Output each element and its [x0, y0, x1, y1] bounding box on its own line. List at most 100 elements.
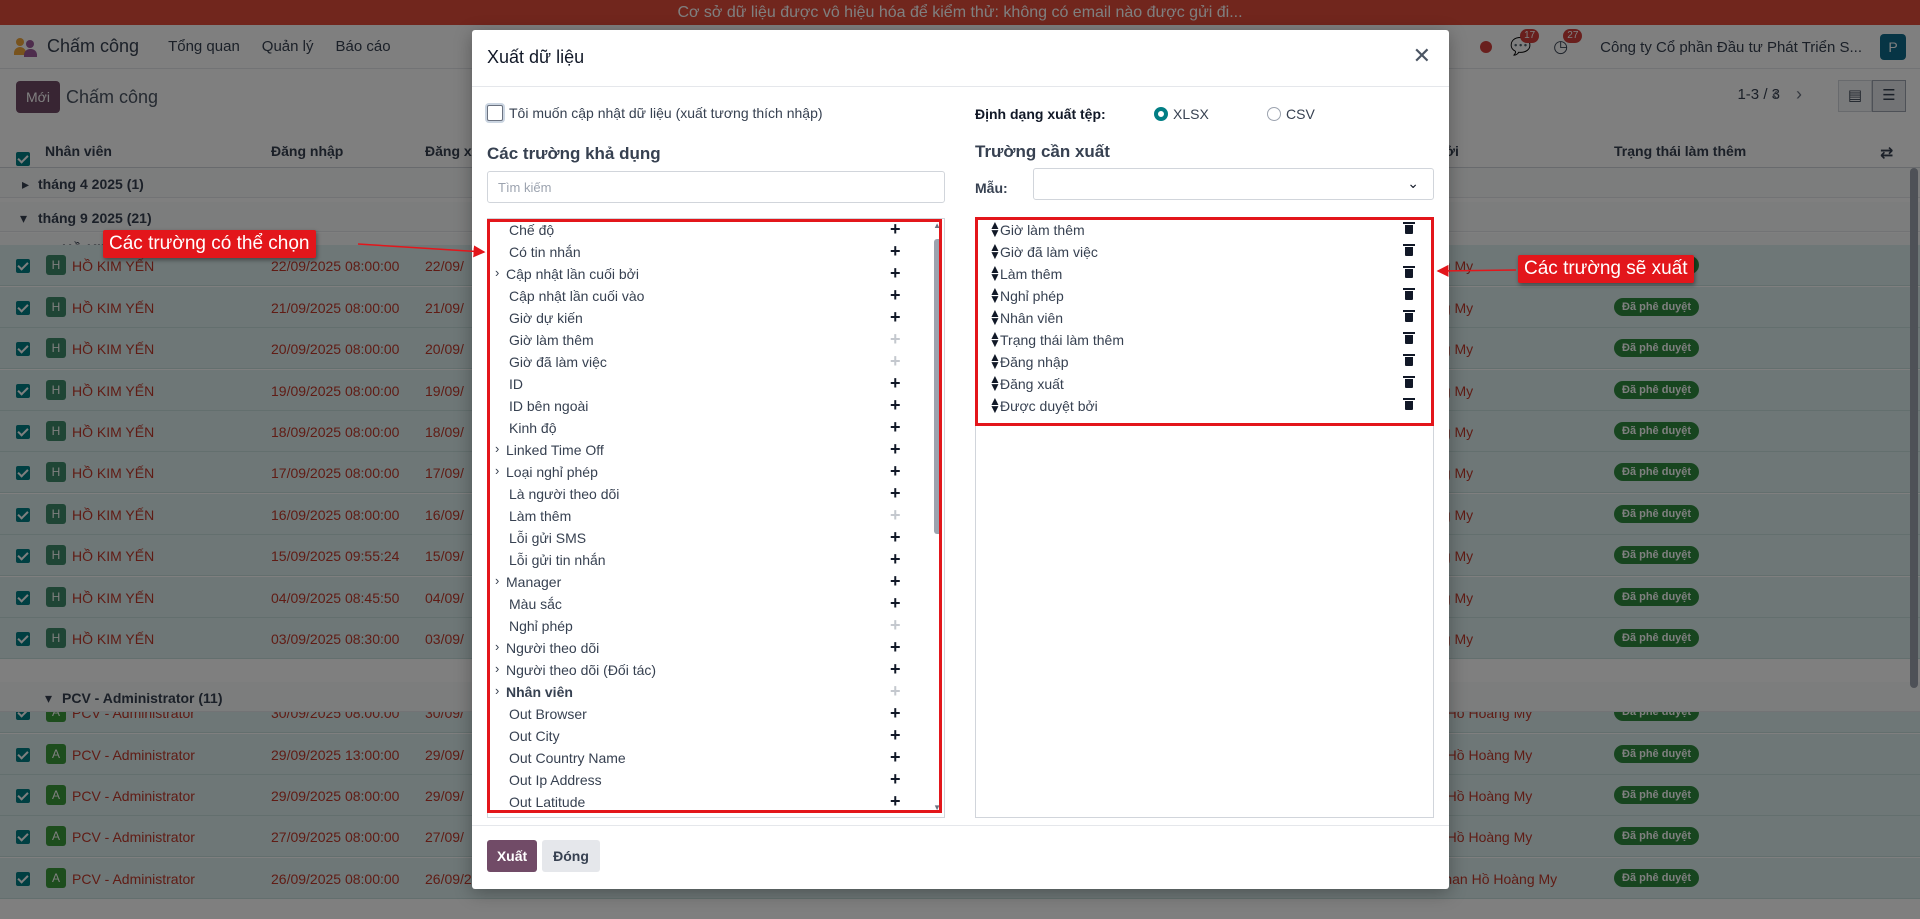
available-field-item[interactable]: Giờ đã làm việc + — [488, 351, 928, 373]
add-field-icon[interactable]: + — [890, 263, 901, 283]
close-icon[interactable]: ✕ — [1413, 45, 1431, 67]
export-field-item[interactable]: ▲ ▼ Được duyệt bởi — [976, 395, 1435, 417]
available-field-item[interactable]: Màu sắc + — [488, 593, 928, 615]
trash-icon[interactable] — [1403, 244, 1415, 256]
trash-icon[interactable] — [1403, 376, 1415, 388]
trash-icon[interactable] — [1403, 332, 1415, 344]
available-field-label: Người theo dõi — [506, 640, 600, 656]
add-field-icon[interactable]: + — [890, 593, 901, 613]
available-field-label: Linked Time Off — [506, 442, 604, 458]
trash-icon[interactable] — [1403, 266, 1415, 278]
available-field-item[interactable]: Kinh độ + — [488, 417, 928, 439]
export-field-item[interactable]: ▲ ▼ Làm thêm — [976, 263, 1435, 285]
add-field-icon[interactable]: + — [890, 483, 901, 503]
available-field-item[interactable]: Nghỉ phép + — [488, 615, 928, 637]
available-field-item[interactable]: › Loại nghỉ phép + — [488, 461, 928, 483]
chevron-right-icon[interactable]: › — [495, 463, 499, 478]
available-field-item[interactable]: › Manager + — [488, 571, 928, 593]
available-field-item[interactable]: › Người theo dõi (Đối tác) + — [488, 659, 928, 681]
add-field-icon[interactable]: + — [890, 571, 901, 591]
scroll-up-icon[interactable]: ▲ — [933, 221, 941, 230]
trash-icon[interactable] — [1403, 354, 1415, 366]
export-dialog: Xuất dữ liệu ✕ Tôi muốn cập nhật dữ liệu… — [472, 30, 1449, 889]
add-field-icon[interactable]: + — [890, 351, 901, 371]
add-field-icon[interactable]: + — [890, 769, 901, 789]
available-field-item[interactable]: Out City + — [488, 725, 928, 747]
available-field-item[interactable]: Out Ip Address + — [488, 769, 928, 791]
export-field-label: Giờ đã làm việc — [1000, 244, 1098, 260]
add-field-icon[interactable]: + — [890, 747, 901, 767]
trash-icon[interactable] — [1403, 288, 1415, 300]
available-field-item[interactable]: Chế độ + — [488, 219, 928, 241]
available-field-item[interactable]: Out Latitude + — [488, 791, 928, 813]
trash-icon[interactable] — [1403, 222, 1415, 234]
available-field-label: Loại nghỉ phép — [506, 464, 598, 480]
template-select[interactable]: ⌄ — [1033, 168, 1434, 200]
add-field-icon[interactable]: + — [890, 637, 901, 657]
add-field-icon[interactable]: + — [890, 791, 901, 811]
add-field-icon[interactable]: + — [890, 395, 901, 415]
add-field-icon[interactable]: + — [890, 703, 901, 723]
scroll-down-icon[interactable]: ▼ — [933, 803, 941, 812]
available-field-item[interactable]: Lỗi gửi SMS + — [488, 527, 928, 549]
add-field-icon[interactable]: + — [890, 527, 901, 547]
add-field-icon[interactable]: + — [890, 461, 901, 481]
add-field-icon[interactable]: + — [890, 439, 901, 459]
export-field-item[interactable]: ▲ ▼ Giờ đã làm việc — [976, 241, 1435, 263]
add-field-icon[interactable]: + — [890, 549, 901, 569]
add-field-icon[interactable]: + — [890, 241, 901, 261]
available-field-item[interactable]: › Linked Time Off + — [488, 439, 928, 461]
export-field-item[interactable]: ▲ ▼ Nghỉ phép — [976, 285, 1435, 307]
available-field-item[interactable]: Lỗi gửi tin nhắn + — [488, 549, 928, 571]
available-field-item[interactable]: ID bên ngoài + — [488, 395, 928, 417]
field-search-input[interactable]: Tìm kiếm — [487, 171, 945, 203]
add-field-icon[interactable]: + — [890, 285, 901, 305]
add-field-icon[interactable]: + — [890, 373, 901, 393]
available-field-item[interactable]: Có tin nhắn + — [488, 241, 928, 263]
export-field-item[interactable]: ▲ ▼ Đăng nhập — [976, 351, 1435, 373]
add-field-icon[interactable]: + — [890, 725, 901, 745]
format-xlsx-radio[interactable]: XLSX — [1154, 106, 1209, 122]
import-compat-checkbox[interactable] — [487, 105, 503, 121]
chevron-right-icon[interactable]: › — [495, 639, 499, 654]
available-field-item[interactable]: Out Browser + — [488, 703, 928, 725]
add-field-icon[interactable]: + — [890, 417, 901, 437]
available-fields-title: Các trường khả dụng — [487, 144, 661, 163]
add-field-icon[interactable]: + — [890, 659, 901, 679]
available-field-label: Cập nhật lần cuối vào — [509, 288, 645, 304]
close-button[interactable]: Đóng — [542, 840, 600, 872]
available-field-item[interactable]: › Người theo dõi + — [488, 637, 928, 659]
chevron-right-icon[interactable]: › — [495, 265, 499, 280]
trash-icon[interactable] — [1403, 310, 1415, 322]
available-field-item[interactable]: Giờ làm thêm + — [488, 329, 928, 351]
available-field-item[interactable]: Out Country Name + — [488, 747, 928, 769]
add-field-icon[interactable]: + — [890, 307, 901, 327]
add-field-icon[interactable]: + — [890, 505, 901, 525]
format-csv-radio[interactable]: CSV — [1267, 106, 1315, 122]
chevron-right-icon[interactable]: › — [495, 573, 499, 588]
available-field-item[interactable]: Làm thêm + — [488, 505, 928, 527]
add-field-icon[interactable]: + — [890, 329, 901, 349]
chevron-right-icon[interactable]: › — [495, 441, 499, 456]
export-field-item[interactable]: ▲ ▼ Giờ làm thêm — [976, 219, 1435, 241]
available-field-item[interactable]: Là người theo dõi + — [488, 483, 928, 505]
available-field-label: Lỗi gửi tin nhắn — [509, 552, 606, 568]
add-field-icon[interactable]: + — [890, 681, 901, 701]
export-field-item[interactable]: ▲ ▼ Đăng xuất — [976, 373, 1435, 395]
available-field-item[interactable]: ID + — [488, 373, 928, 395]
export-field-item[interactable]: ▲ ▼ Nhân viên — [976, 307, 1435, 329]
export-button[interactable]: Xuất — [487, 840, 537, 872]
add-field-icon[interactable]: + — [890, 615, 901, 635]
chevron-right-icon[interactable]: › — [495, 661, 499, 676]
fields-scrollbar[interactable] — [934, 239, 942, 534]
available-field-item[interactable]: › Cập nhật lần cuối bởi + — [488, 263, 928, 285]
available-field-item[interactable]: › Nhân viên + — [488, 681, 928, 703]
export-field-item[interactable]: ▲ ▼ Trạng thái làm thêm — [976, 329, 1435, 351]
import-compat-option[interactable]: Tôi muốn cập nhật dữ liệu (xuất tương th… — [487, 105, 823, 121]
available-field-item[interactable]: Cập nhật lần cuối vào + — [488, 285, 928, 307]
trash-icon[interactable] — [1403, 398, 1415, 410]
available-field-item[interactable]: Giờ dự kiến + — [488, 307, 928, 329]
chevron-right-icon[interactable]: › — [495, 683, 499, 698]
add-field-icon[interactable]: + — [890, 219, 901, 239]
export-field-label: Được duyệt bởi — [1000, 398, 1098, 414]
